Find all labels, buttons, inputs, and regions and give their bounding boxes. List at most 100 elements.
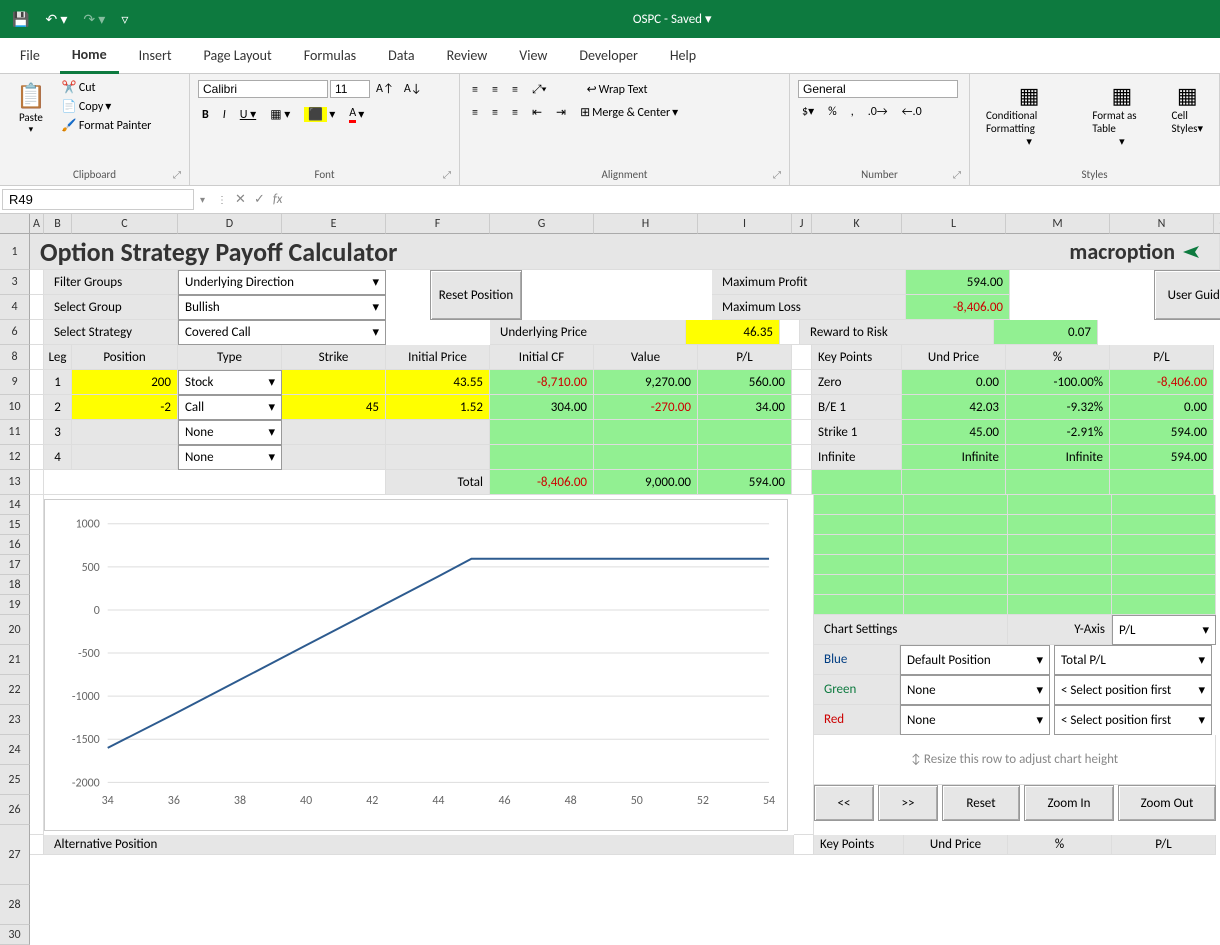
row-hdr[interactable]: 16 [0, 535, 30, 555]
inc-decimal-button[interactable]: .0→ [864, 103, 892, 121]
select-group-select[interactable]: Bullish▾ [178, 295, 386, 320]
menu-review[interactable]: Review [435, 39, 500, 72]
expand-icon[interactable]: ⤢ [953, 168, 961, 181]
leg-price[interactable] [386, 445, 490, 470]
user-guide-button[interactable]: User Guide [1154, 270, 1220, 320]
row-hdr[interactable]: 17 [0, 555, 30, 575]
menu-help[interactable]: Help [658, 39, 708, 72]
leg-price[interactable] [386, 420, 490, 445]
border-button[interactable]: ▦ ▾ [266, 105, 294, 124]
leg-position[interactable] [72, 445, 178, 470]
und-price-value[interactable]: 46.35 [686, 320, 780, 345]
blue-metric-select[interactable]: Total P/L▾ [1054, 645, 1212, 675]
formula-input[interactable] [290, 192, 1212, 207]
leg-position[interactable] [72, 420, 178, 445]
expand-icon[interactable]: ⤢ [443, 168, 451, 181]
cell-styles-button[interactable]: ▦CellStyles▾ [1163, 78, 1211, 139]
col-hdr-e[interactable]: E [282, 214, 386, 234]
cut-button[interactable]: ✂️Cut [58, 78, 155, 97]
row-hdr[interactable]: 22 [0, 675, 30, 705]
row-hdr[interactable]: 4 [0, 295, 30, 320]
blue-position-select[interactable]: Default Position▾ [900, 645, 1050, 675]
grow-font-button[interactable]: A↑ [372, 80, 398, 98]
align-top-button[interactable]: ≡ [468, 81, 482, 99]
fill-color-button[interactable]: ⬛▾ [300, 105, 339, 124]
font-color-button[interactable]: A ▾ [345, 104, 368, 125]
row-hdr[interactable]: 30 [0, 925, 30, 945]
paste-button[interactable]: 📋 Paste▾ [8, 78, 54, 139]
leg-type-select[interactable]: Stock▾ [178, 370, 282, 395]
row-hdr[interactable]: 20 [0, 615, 30, 645]
format-table-button[interactable]: ▦Format as Table▾ [1084, 78, 1159, 152]
row-hdr[interactable]: 6 [0, 320, 30, 345]
red-position-select[interactable]: None▾ [900, 705, 1050, 735]
zoom-out-button[interactable]: Zoom Out [1118, 785, 1216, 821]
cancel-icon[interactable]: ✕ [235, 192, 246, 207]
row-hdr[interactable]: 8 [0, 345, 30, 370]
row-hdr[interactable]: 15 [0, 515, 30, 535]
menu-home[interactable]: Home [60, 38, 119, 74]
leg-type-select[interactable]: None▾ [178, 420, 282, 445]
align-bottom-button[interactable]: ≡ [508, 81, 522, 99]
row-hdr[interactable]: 13 [0, 470, 30, 495]
leg-price[interactable]: 1.52 [386, 395, 490, 420]
row-hdr[interactable]: 3 [0, 270, 30, 295]
row-hdr[interactable]: 28 [0, 885, 30, 925]
menu-formulas[interactable]: Formulas [292, 39, 368, 72]
cond-format-button[interactable]: ▦Conditional Formatting▾ [978, 78, 1080, 152]
percent-button[interactable]: % [824, 103, 841, 121]
col-hdr-o[interactable]: O [1214, 214, 1220, 234]
filter-groups-select[interactable]: Underlying Direction▾ [178, 270, 386, 295]
font-size-select[interactable] [330, 80, 370, 98]
chart-prev-button[interactable]: << [814, 785, 874, 821]
leg-position[interactable]: -2 [72, 395, 178, 420]
align-left-button[interactable]: ≡ [468, 104, 482, 122]
row-hdr[interactable]: 12 [0, 445, 30, 470]
merge-center-button[interactable]: ⊞ Merge & Center ▾ [576, 103, 682, 122]
leg-strike[interactable]: 45 [282, 395, 386, 420]
orientation-button[interactable]: ⤢▾ [528, 81, 551, 99]
undo-icon[interactable]: ↶ ▾ [41, 9, 71, 30]
green-metric-select[interactable]: < Select position first▾ [1054, 675, 1212, 705]
number-format-select[interactable] [798, 80, 958, 98]
expand-icon[interactable]: ⤢ [773, 168, 781, 181]
reset-position-button[interactable]: Reset Position [430, 270, 522, 320]
fx-icon[interactable]: fx [273, 192, 283, 207]
bold-button[interactable]: B [198, 106, 213, 124]
menu-file[interactable]: File [8, 39, 52, 72]
leg-type-select[interactable]: None▾ [178, 445, 282, 470]
leg-position[interactable]: 200 [72, 370, 178, 395]
menu-view[interactable]: View [507, 39, 559, 72]
col-hdr-f[interactable]: F [386, 214, 490, 234]
underline-button[interactable]: U ▾ [236, 105, 260, 124]
select-strategy-select[interactable]: Covered Call▾ [178, 320, 386, 345]
row-hdr[interactable]: 26 [0, 795, 30, 825]
col-hdr-d[interactable]: D [178, 214, 282, 234]
col-hdr-m[interactable]: M [1006, 214, 1110, 234]
red-metric-select[interactable]: < Select position first▾ [1054, 705, 1212, 735]
row-hdr[interactable]: 10 [0, 395, 30, 420]
col-hdr-k[interactable]: K [812, 214, 902, 234]
yaxis-select[interactable]: P/L▾ [1112, 615, 1216, 645]
green-position-select[interactable]: None▾ [900, 675, 1050, 705]
col-hdr-b[interactable]: B [44, 214, 72, 234]
row-hdr[interactable]: 11 [0, 420, 30, 445]
leg-strike[interactable] [282, 445, 386, 470]
col-hdr-g[interactable]: G [490, 214, 594, 234]
align-right-button[interactable]: ≡ [508, 104, 522, 122]
row-hdr[interactable]: 18 [0, 575, 30, 595]
col-hdr-c[interactable]: C [72, 214, 178, 234]
font-name-select[interactable] [198, 80, 328, 98]
redo-icon[interactable]: ↷ ▾ [79, 9, 109, 30]
row-hdr[interactable]: 25 [0, 765, 30, 795]
col-hdr-n[interactable]: N [1110, 214, 1214, 234]
expand-icon[interactable]: ⤢ [173, 168, 181, 181]
namebox-dropdown-icon[interactable]: ▾ [196, 193, 209, 206]
menu-insert[interactable]: Insert [127, 39, 184, 72]
col-hdr-h[interactable]: H [594, 214, 698, 234]
col-hdr-a[interactable]: A [30, 214, 44, 234]
col-hdr-i[interactable]: I [698, 214, 792, 234]
menu-page-layout[interactable]: Page Layout [192, 39, 284, 72]
zoom-in-button[interactable]: Zoom In [1024, 785, 1114, 821]
indent-left-button[interactable]: ⇤ [528, 103, 546, 122]
